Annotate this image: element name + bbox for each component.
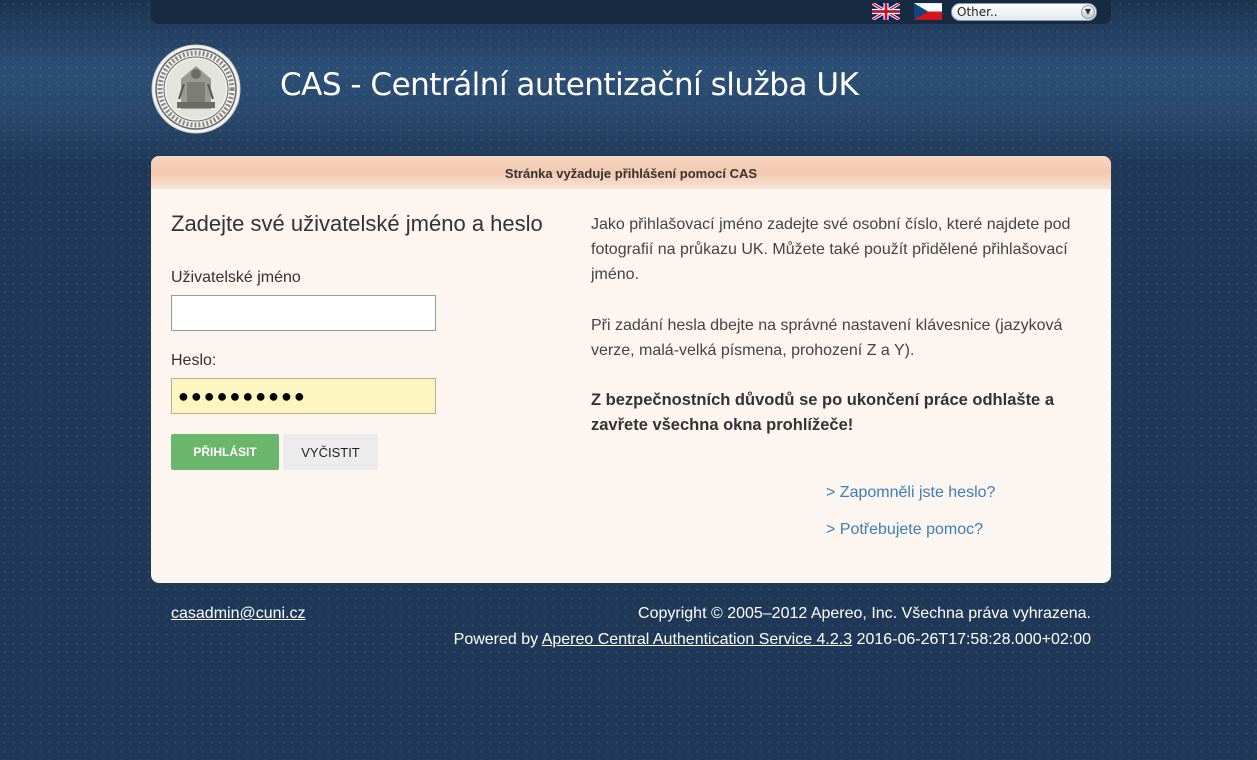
powered-by-prefix: Powered by [453,631,542,648]
language-bar: Other.. ▼ [151,0,1111,24]
admin-email-link[interactable]: casadmin@cuni.cz [171,605,306,623]
language-select[interactable]: Other.. ▼ [951,3,1097,21]
clear-button[interactable]: VYČISTIT [283,434,378,470]
language-select-value: Other.. [957,5,998,19]
username-label: Uživatelské jméno [171,269,301,286]
apereo-cas-link[interactable]: Apereo Central Authentication Service 4.… [542,631,852,648]
need-help-link[interactable]: > Potřebujete pomoc? [826,521,983,539]
password-input[interactable]: ●●●●●●●●●● [171,378,436,414]
cas-notice: Stránka vyžaduje přihlášení pomocí CAS [151,156,1111,189]
password-label: Heslo: [171,352,217,369]
chevron-down-icon[interactable]: ▼ [1081,5,1095,19]
uk-flag-icon[interactable] [872,3,900,20]
university-seal-icon [151,44,241,134]
cz-flag-icon[interactable] [914,3,942,20]
login-panel: Stránka vyžaduje přihlášení pomocí CAS Z… [151,156,1111,583]
build-timestamp: 2016-06-26T17:58:28.000+02:00 [852,631,1091,648]
keyboard-info-text: Při zadání hesla dbejte na správné nasta… [591,317,1063,359]
login-title: Zadejte své uživatelské jméno a heslo [171,211,543,236]
login-info-text: Jako přihlašovací jméno zadejte své osob… [591,216,1071,283]
site-title: CAS - Centrální autentizační služba UK [280,67,859,103]
forgot-password-link[interactable]: > Zapomněli jste heslo? [826,484,995,502]
username-input[interactable] [171,295,436,331]
security-warning: Z bezpečnostních důvodů se po ukončení p… [591,391,1054,434]
login-button[interactable]: PŘIHLÁSIT [171,434,279,470]
powered-by-text: Powered by Apereo Central Authentication… [454,631,1091,649]
copyright-text: Copyright © 2005–2012 Apereo, Inc. Všech… [638,605,1091,622]
